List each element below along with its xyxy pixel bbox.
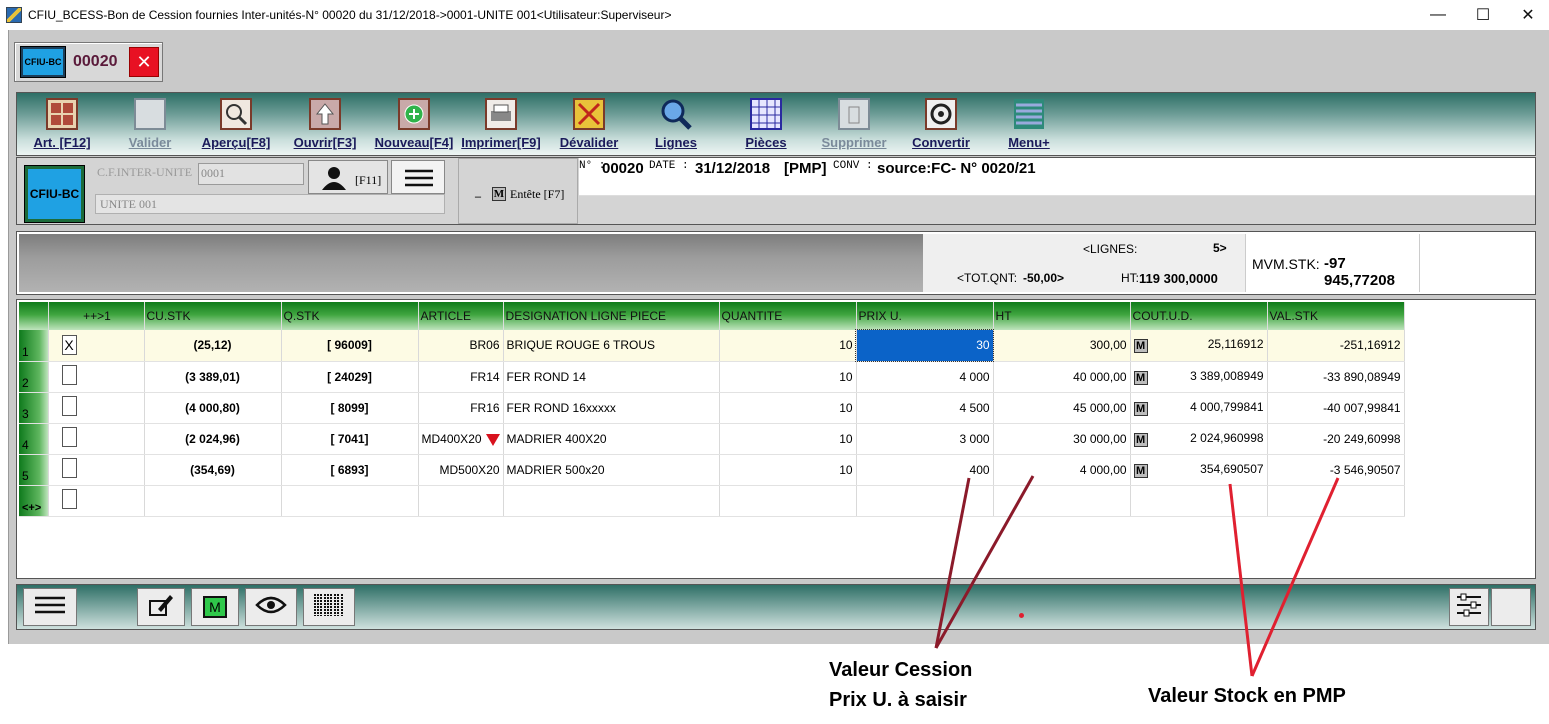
annotation-arrows	[934, 475, 1340, 677]
annotation-cession: Valeur Cession	[829, 659, 973, 681]
arrow-cout	[1228, 483, 1254, 677]
arrow-prix	[934, 477, 971, 649]
arrow-ht	[934, 475, 1035, 649]
annotation-prix: Prix U. à saisir	[829, 689, 967, 711]
annotation-stock: Valeur Stock en PMP	[1148, 685, 1346, 707]
arrow-valstk	[1250, 477, 1340, 677]
